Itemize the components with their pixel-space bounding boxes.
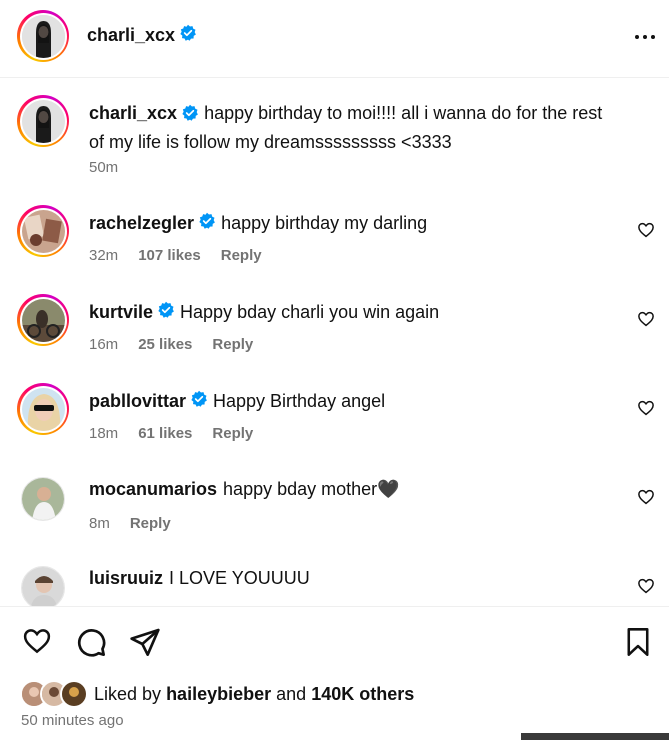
header-username[interactable]: charli_xcx bbox=[87, 25, 175, 46]
liked-by-others[interactable]: 140K others bbox=[311, 684, 414, 704]
comment-text: happy birthday my darling bbox=[221, 213, 428, 233]
comment-avatar[interactable] bbox=[17, 383, 69, 435]
liked-by-prefix: Liked by bbox=[94, 683, 162, 704]
comment-item: luisruuiz I LOVE YOUUUU bbox=[0, 560, 669, 606]
comment-time: 18m bbox=[89, 425, 119, 442]
actions-divider bbox=[0, 606, 669, 607]
comment-text: Happy Birthday angel bbox=[213, 391, 386, 411]
comment-likes[interactable]: 107 likes bbox=[138, 247, 201, 264]
verified-badge-icon bbox=[181, 104, 199, 130]
comment-like-heart-icon[interactable] bbox=[637, 310, 655, 333]
comment-time: 16m bbox=[89, 336, 119, 353]
post-header: charli_xcx bbox=[0, 0, 669, 76]
reply-button[interactable]: Reply bbox=[130, 515, 171, 532]
comment-likes[interactable]: 61 likes bbox=[138, 425, 192, 442]
comment-likes[interactable]: 25 likes bbox=[138, 336, 192, 353]
heart-icon[interactable] bbox=[21, 626, 53, 661]
reply-button[interactable]: Reply bbox=[212, 336, 253, 353]
caption-time: 50m bbox=[89, 159, 119, 176]
post-timestamp[interactable]: 50 minutes ago bbox=[21, 712, 124, 729]
comment-text: I LOVE YOUUUU bbox=[169, 568, 310, 588]
verified-badge-icon bbox=[157, 301, 175, 324]
comment-time: 32m bbox=[89, 247, 119, 264]
liker-avatars bbox=[20, 680, 90, 708]
comment-username[interactable]: luisruuiz bbox=[89, 568, 163, 589]
more-horizontal-icon[interactable] bbox=[633, 27, 657, 47]
comment-like-heart-icon[interactable] bbox=[637, 577, 655, 600]
comment-text: happy bday mother🖤 bbox=[223, 479, 400, 499]
caption-avatar[interactable] bbox=[17, 95, 69, 147]
comment-like-heart-icon[interactable] bbox=[637, 488, 655, 511]
likes-row: Liked by haileybieber and 140K others bbox=[20, 679, 414, 709]
liker-avatar bbox=[60, 680, 88, 708]
comment-like-heart-icon[interactable] bbox=[637, 221, 655, 244]
liked-by-user[interactable]: haileybieber bbox=[166, 684, 271, 704]
comment-username[interactable]: pabllovittar bbox=[89, 391, 186, 412]
verified-badge-icon bbox=[190, 390, 208, 413]
caption-text-line2: of my life is follow my dreamsssssssss <… bbox=[89, 132, 452, 152]
comment-icon[interactable] bbox=[75, 626, 107, 663]
comment-like-heart-icon[interactable] bbox=[637, 399, 655, 422]
header-divider bbox=[0, 77, 669, 78]
send-icon[interactable] bbox=[129, 626, 161, 663]
caption-username[interactable]: charli_xcx bbox=[89, 103, 177, 123]
comment-avatar[interactable] bbox=[17, 294, 69, 346]
header-avatar[interactable] bbox=[17, 10, 69, 62]
comment-username[interactable]: mocanumarios bbox=[89, 479, 217, 500]
bookmark-icon[interactable] bbox=[624, 627, 652, 662]
reply-button[interactable]: Reply bbox=[212, 425, 253, 442]
comment-avatar[interactable] bbox=[17, 205, 69, 257]
comment-username[interactable]: rachelzegler bbox=[89, 213, 194, 234]
comment-avatar[interactable] bbox=[21, 566, 65, 606]
caption-text-line1: happy birthday to moi!!!! all i wanna do… bbox=[204, 103, 603, 123]
comment-text: Happy bday charli you win again bbox=[180, 302, 440, 322]
comment-time: 8m bbox=[89, 515, 110, 532]
verified-badge-icon bbox=[179, 24, 197, 47]
window-edge bbox=[521, 733, 669, 740]
action-bar bbox=[0, 620, 669, 664]
comment-avatar[interactable] bbox=[21, 477, 65, 521]
comment-username[interactable]: kurtvile bbox=[89, 302, 153, 323]
liked-by-and: and bbox=[276, 683, 307, 704]
verified-badge-icon bbox=[198, 212, 216, 235]
reply-button[interactable]: Reply bbox=[221, 247, 262, 264]
